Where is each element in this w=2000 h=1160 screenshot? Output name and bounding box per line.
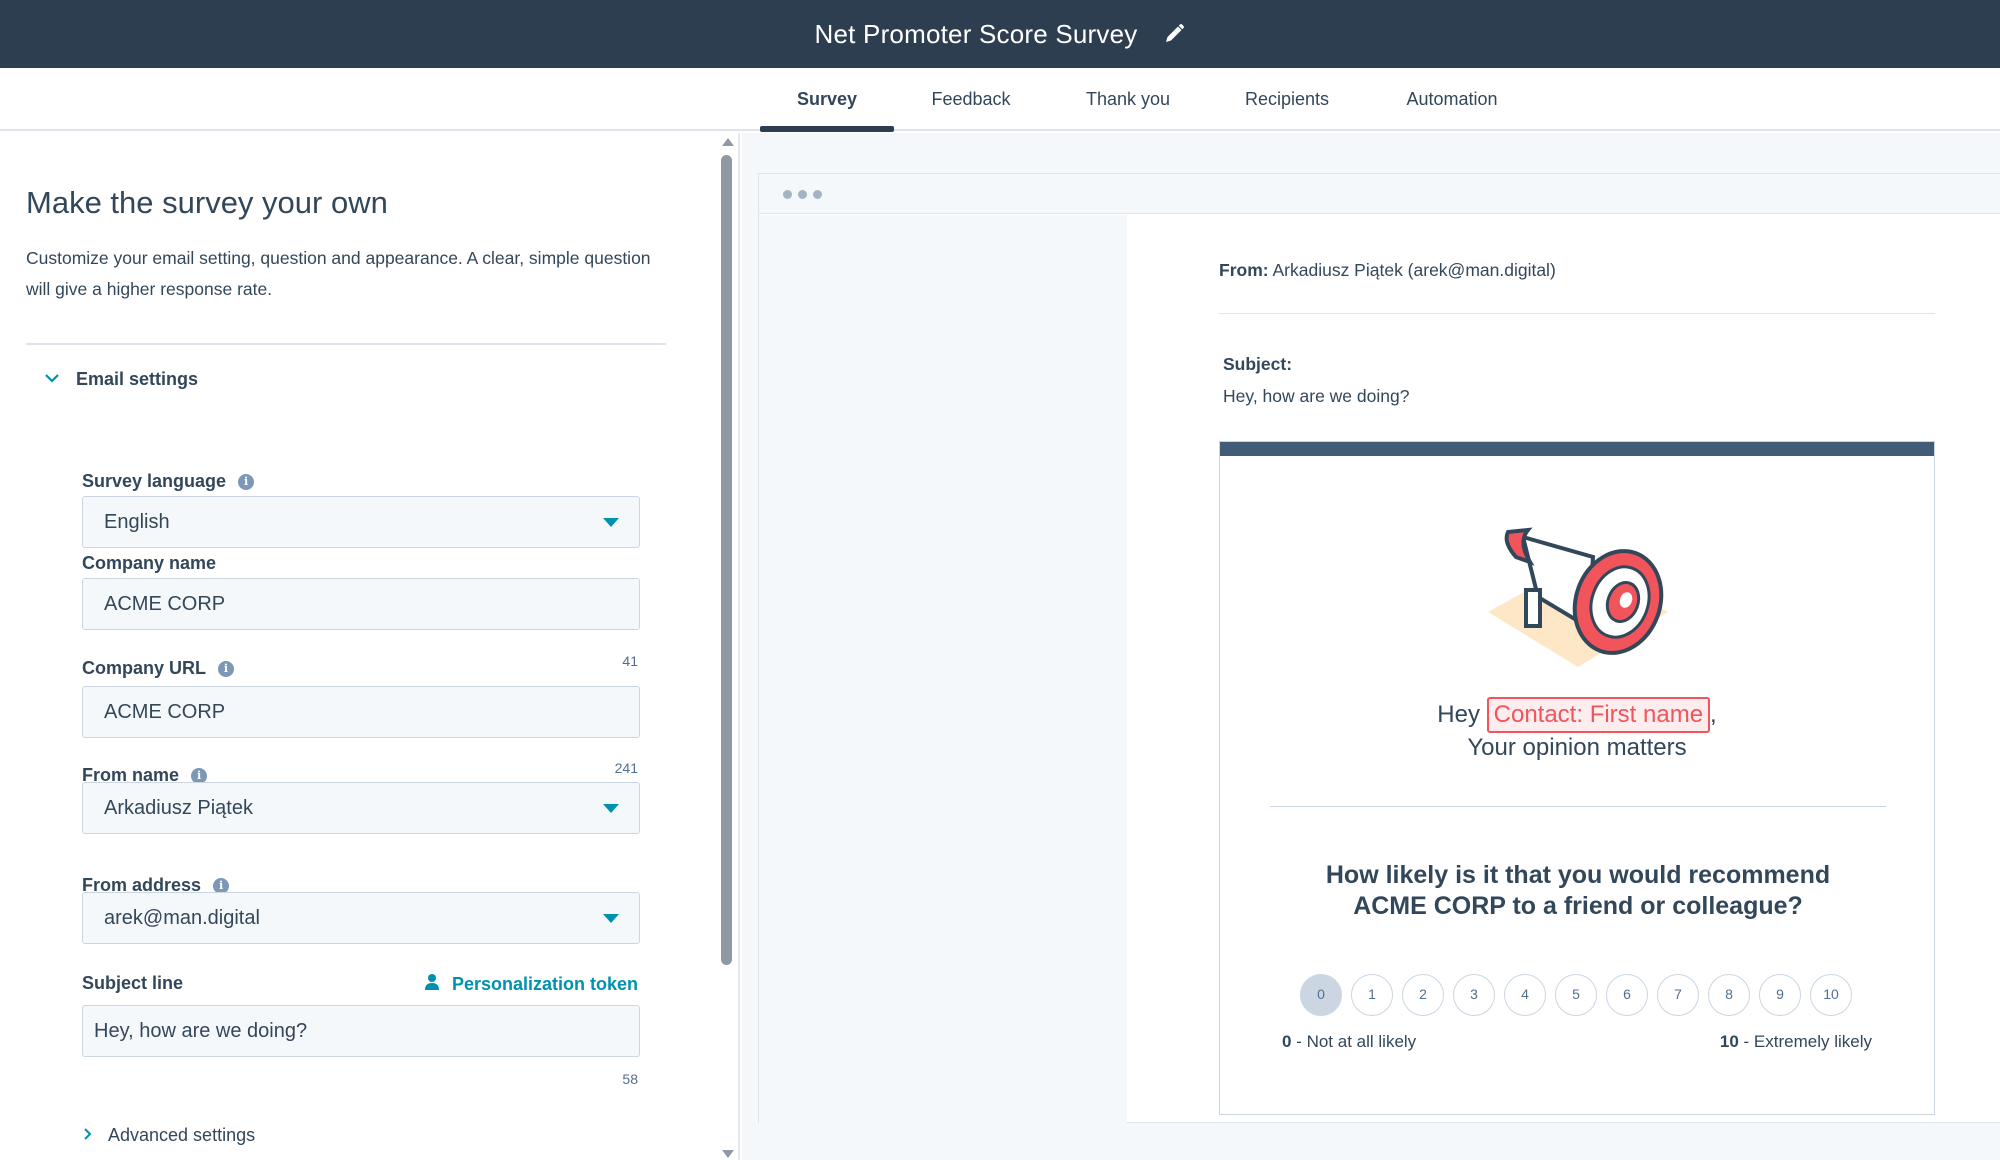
- preview-window-bar: [759, 174, 2000, 214]
- megaphone-icon: [1468, 502, 1688, 682]
- survey-email-card: Hey Contact: First name, Your opinion ma…: [1219, 441, 1935, 1115]
- personalization-token-label: Personalization token: [451, 974, 638, 994]
- survey-language-label: Survey language i: [82, 471, 255, 492]
- tab-feedback[interactable]: Feedback: [910, 68, 1032, 131]
- company-name-input[interactable]: ACME CORP: [82, 578, 640, 630]
- first-name-token[interactable]: Contact: First name: [1486, 697, 1711, 733]
- scale-option-1[interactable]: 1: [1351, 974, 1393, 1016]
- survey-language-select[interactable]: English: [82, 496, 640, 548]
- scale-option-5[interactable]: 5: [1555, 974, 1597, 1016]
- company-name-value: ACME CORP: [104, 593, 226, 615]
- from-name-select[interactable]: Arkadiusz Piątek: [82, 782, 640, 834]
- greeting-prefix: Hey: [1437, 701, 1480, 728]
- scroll-down-arrow-icon[interactable]: [722, 1150, 734, 1158]
- tab-recipients[interactable]: Recipients: [1228, 68, 1346, 131]
- subject-line-value: Hey, how are we doing?: [94, 1020, 308, 1042]
- active-tab-indicator: [760, 126, 894, 132]
- info-icon[interactable]: i: [218, 660, 235, 677]
- subject-value: Hey, how are we doing?: [1223, 386, 1410, 406]
- preview-sidebar: [759, 215, 1127, 1123]
- window-dot-icon: [798, 190, 807, 199]
- caret-down-icon: [603, 518, 619, 527]
- from-address-select[interactable]: arek@man.digital: [82, 892, 640, 944]
- top-header-bar: Net Promoter Score Survey: [0, 0, 2000, 68]
- survey-language-label-text: Survey language: [82, 471, 227, 491]
- chevron-down-icon: [44, 371, 60, 389]
- email-preview-window: From: Arkadiusz Piątek (arek@man.digital…: [758, 173, 2000, 1123]
- from-name-value: Arkadiusz Piątek: [104, 797, 253, 819]
- caret-down-icon: [603, 914, 619, 923]
- chevron-right-icon: [82, 1125, 92, 1146]
- greeting-subline: Your opinion matters: [1467, 734, 1687, 761]
- survey-language-value: English: [104, 511, 170, 533]
- email-settings-label: Email settings: [76, 369, 199, 389]
- info-icon[interactable]: i: [238, 473, 255, 490]
- panel-description: Customize your email setting, question a…: [26, 248, 651, 299]
- caret-down-icon: [603, 804, 619, 813]
- subject-line-label-text: Subject line: [82, 973, 184, 993]
- scale-high-number: 10: [1719, 1032, 1739, 1051]
- tab-survey[interactable]: Survey: [760, 68, 894, 131]
- email-divider: [1219, 313, 1935, 314]
- company-url-input[interactable]: ACME CORP: [82, 686, 640, 738]
- window-dot-icon: [813, 190, 822, 199]
- tab-thank-you[interactable]: Thank you: [1070, 68, 1186, 131]
- tab-bar: Survey Feedback Thank you Recipients Aut…: [0, 68, 2000, 131]
- email-from-line: From: Arkadiusz Piątek (arek@man.digital…: [1219, 260, 1556, 281]
- nps-question: How likely is it that you would recommen…: [1325, 861, 1831, 920]
- company-url-label-text: Company URL: [82, 658, 207, 678]
- company-name-label-text: Company name: [82, 553, 217, 573]
- from-label: From:: [1219, 260, 1269, 280]
- email-settings-toggle[interactable]: Email settings: [44, 369, 198, 390]
- settings-scrollbar[interactable]: [718, 133, 736, 1160]
- advanced-settings-label: Advanced settings: [108, 1125, 256, 1145]
- scale-option-3[interactable]: 3: [1453, 974, 1495, 1016]
- panel-heading: Make the survey your own: [26, 185, 388, 220]
- tab-automation[interactable]: Automation: [1392, 68, 1512, 131]
- scale-low-label: 0 - Not at all likely: [1282, 1032, 1416, 1052]
- scale-option-10[interactable]: 10: [1810, 974, 1852, 1016]
- scale-option-6[interactable]: 6: [1606, 974, 1648, 1016]
- advanced-settings-toggle[interactable]: Advanced settings: [82, 1125, 255, 1146]
- scale-option-8[interactable]: 8: [1708, 974, 1750, 1016]
- from-address-value: arek@man.digital: [104, 907, 260, 929]
- from-value: Arkadiusz Piątek (arek@man.digital): [1272, 260, 1556, 280]
- subject-line-label: Subject line: [82, 973, 183, 994]
- greeting-line: Hey Contact: First name,: [1220, 697, 1934, 733]
- scale-option-0[interactable]: 0: [1300, 974, 1342, 1016]
- nps-scale: 0 1 2 3 4 5 6 7 8 9 10: [1300, 974, 1860, 1016]
- panel-divider: [26, 343, 666, 345]
- card-divider: [1270, 806, 1886, 807]
- personalization-token-button[interactable]: Personalization token: [424, 973, 638, 996]
- company-url-counter: 41: [622, 653, 638, 669]
- company-name-label: Company name: [82, 553, 216, 574]
- person-icon: [424, 973, 440, 996]
- company-url-label: Company URL i: [82, 658, 235, 679]
- scale-option-2[interactable]: 2: [1402, 974, 1444, 1016]
- card-top-band: [1220, 442, 1934, 456]
- pencil-icon[interactable]: [1163, 23, 1185, 45]
- survey-title: Net Promoter Score Survey: [814, 18, 1138, 49]
- company-url-value: ACME CORP: [104, 701, 226, 723]
- subject-line-input[interactable]: Hey, how are we doing?: [82, 1005, 640, 1057]
- scale-option-4[interactable]: 4: [1504, 974, 1546, 1016]
- scale-option-9[interactable]: 9: [1759, 974, 1801, 1016]
- greeting-suffix: ,: [1710, 701, 1717, 728]
- scale-option-7[interactable]: 7: [1657, 974, 1699, 1016]
- scale-low-text: - Not at all likely: [1291, 1032, 1417, 1051]
- scale-high-text: - Extremely likely: [1738, 1032, 1872, 1051]
- scale-high-label: 10 - Extremely likely: [1720, 1032, 1872, 1052]
- settings-panel: Make the survey your own Customize your …: [0, 133, 740, 1160]
- preview-area: From: Arkadiusz Piątek (arek@man.digital…: [742, 133, 2000, 1160]
- scroll-up-arrow-icon[interactable]: [722, 138, 734, 146]
- subject-line-counter: 58: [622, 1071, 638, 1087]
- window-dot-icon: [783, 190, 792, 199]
- scrollbar-thumb[interactable]: [721, 155, 732, 965]
- subject-label: Subject:: [1223, 354, 1293, 374]
- from-name-counter: 241: [614, 760, 638, 776]
